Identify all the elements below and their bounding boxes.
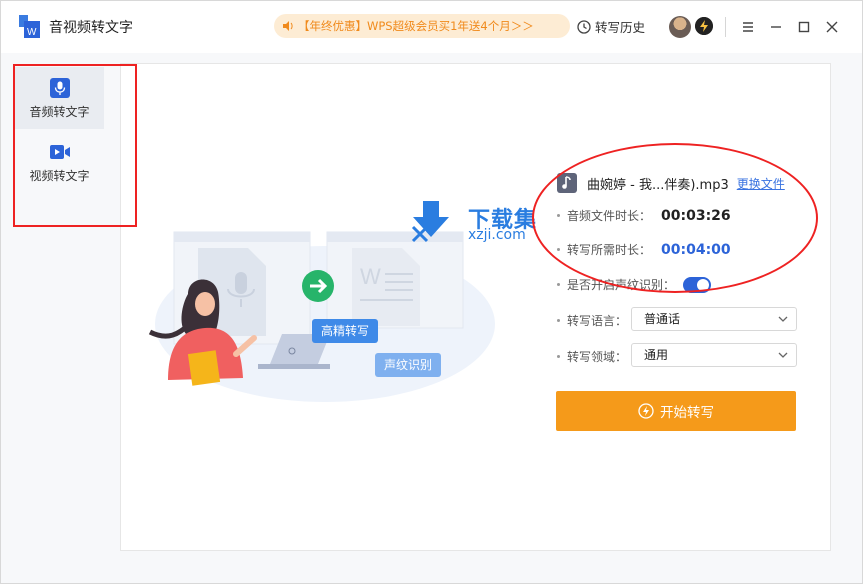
language-select-value: 普通话 [644, 312, 681, 326]
app-window: W 音视频转文字 【年终优惠】WPS超级会员买1年送4个月＞＞ 转写历史 音频转… [0, 0, 863, 584]
minimize-icon[interactable] [766, 17, 786, 37]
watermark-logo-icon [411, 201, 449, 243]
bubble-hd-label: 高精转写 [321, 324, 370, 338]
chevron-down-icon [778, 316, 788, 322]
domain-row: 转写领域： [557, 348, 627, 365]
title-divider [725, 17, 726, 37]
annotation-ellipse-info [532, 143, 818, 293]
chevron-down-icon [778, 352, 788, 358]
maximize-icon[interactable] [794, 17, 814, 37]
language-label: 转写语言： [567, 314, 628, 328]
start-transcription-button[interactable]: 开始转写 [556, 391, 796, 431]
app-title: 音视频转文字 [49, 20, 133, 36]
svg-text:W: W [360, 264, 381, 289]
history-button[interactable]: 转写历史 [577, 17, 645, 36]
close-icon[interactable] [822, 17, 842, 37]
domain-select[interactable]: 通用 [631, 343, 797, 367]
history-label: 转写历史 [595, 20, 646, 35]
app-logo-icon: W [19, 15, 40, 38]
bullet-dot [557, 319, 560, 322]
bullet-dot [557, 355, 560, 358]
start-button-label: 开始转写 [660, 405, 714, 421]
svg-text:W: W [27, 27, 37, 38]
annotation-box-sidebar [13, 64, 137, 227]
speaker-icon [283, 21, 293, 31]
bubble-hd-transcription: 高精转写 [312, 319, 379, 343]
domain-select-value: 通用 [644, 348, 669, 362]
clock-icon [577, 19, 591, 34]
lightning-icon [638, 403, 654, 419]
domain-label: 转写领域： [567, 350, 628, 364]
bubble-voiceprint-label: 声纹识别 [384, 358, 433, 372]
bullet-dot [557, 283, 560, 286]
title-bar: W 音视频转文字 【年终优惠】WPS超级会员买1年送4个月＞＞ 转写历史 [1, 1, 862, 53]
language-row: 转写语言： [557, 312, 627, 329]
bubble-voiceprint: 声纹识别 [375, 353, 442, 377]
promo-banner[interactable]: 【年终优惠】WPS超级会员买1年送4个月＞＞ [274, 14, 570, 38]
avatar[interactable] [669, 16, 691, 38]
menu-icon[interactable] [738, 17, 758, 37]
promo-text: 【年终优惠】WPS超级会员买1年送4个月＞＞ [298, 19, 534, 33]
vip-badge-icon[interactable] [695, 17, 713, 35]
watermark-url: xzji.com [468, 227, 526, 243]
language-select[interactable]: 普通话 [631, 307, 797, 331]
